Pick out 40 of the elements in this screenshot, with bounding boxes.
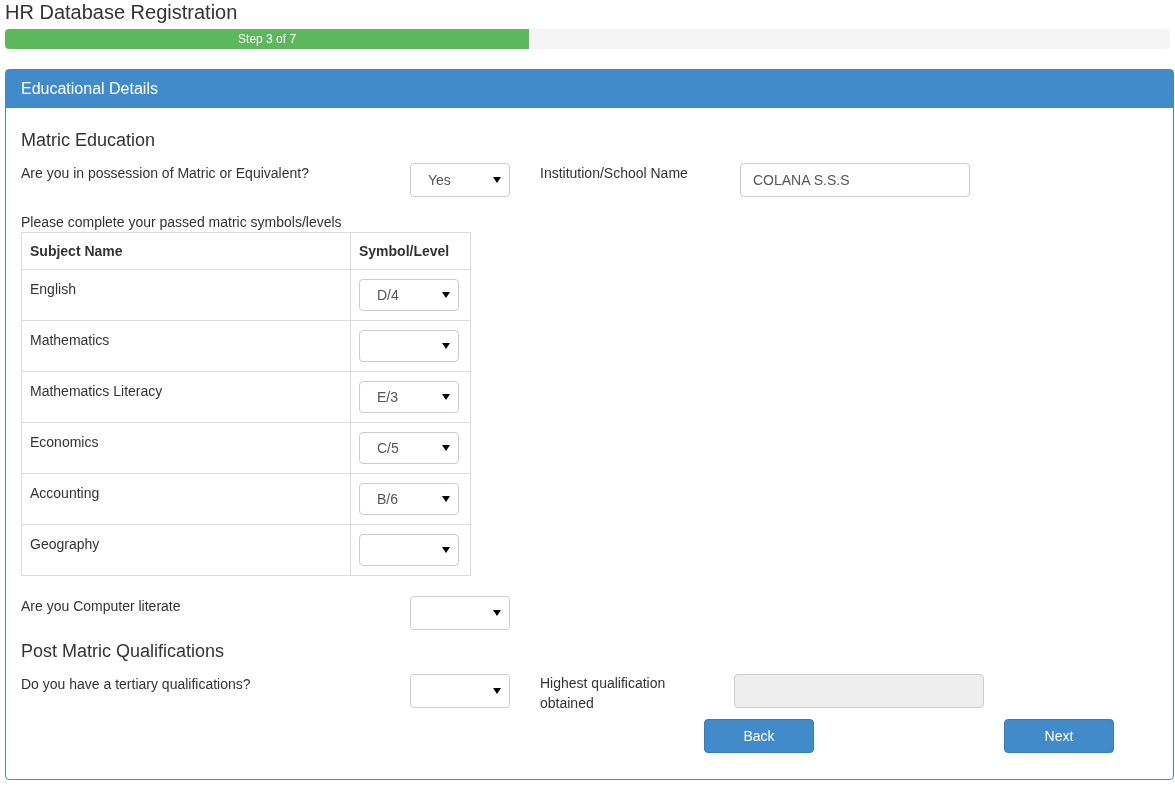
section-heading: Matric Education — [21, 129, 156, 151]
select-dropdown[interactable]: D/4 — [359, 279, 459, 311]
caret-icon — [442, 547, 450, 553]
select-dropdown[interactable]: E/3 — [359, 381, 459, 413]
caret-icon — [442, 394, 450, 400]
select-dropdown[interactable]: Yes — [410, 163, 510, 197]
select-dropdown[interactable] — [410, 596, 510, 630]
caret-icon — [442, 292, 450, 298]
column-header: Subject Name — [21, 232, 351, 270]
caret-icon — [442, 343, 450, 349]
caret-icon — [442, 445, 450, 451]
subject-cell: Mathematics — [21, 320, 351, 372]
select-dropdown[interactable]: B/6 — [359, 483, 459, 515]
field-label: Are you in possession of Matric or Equivalent? — [21, 164, 310, 183]
subject-cell: Mathematics Literacy — [21, 371, 351, 423]
text-field[interactable]: COLANA S.S.S — [740, 163, 970, 197]
field-label: Are you Computer literate — [21, 597, 182, 616]
subject-cell: Geography — [21, 524, 351, 576]
panel-header: Educational Details — [6, 70, 1173, 108]
caret-icon — [493, 610, 501, 616]
caret-icon — [442, 496, 450, 502]
field-label: Highest qualification obtained — [540, 674, 667, 713]
nav-button[interactable]: Next — [1004, 719, 1114, 753]
subject-cell: Economics — [21, 422, 351, 474]
select-dropdown[interactable] — [359, 330, 459, 362]
subject-cell: English — [21, 269, 351, 321]
field-label: Do you have a tertiary qualifications? — [21, 675, 252, 694]
progress-label: Step 3 of 7 — [238, 31, 297, 48]
select-dropdown[interactable] — [410, 674, 510, 708]
nav-button[interactable]: Back — [704, 719, 814, 753]
field-label: Institution/School Name — [540, 164, 689, 183]
select-dropdown[interactable]: C/5 — [359, 432, 459, 464]
table-caption: Please complete your passed matric symbols/levels — [21, 213, 342, 232]
subject-cell: Accounting — [21, 473, 351, 525]
caret-icon — [493, 177, 501, 183]
page-title: HR Database Registration — [5, 0, 238, 24]
select-dropdown[interactable] — [359, 534, 459, 566]
section-heading: Post Matric Qualifications — [21, 640, 225, 662]
caret-icon — [493, 688, 501, 694]
column-header: Symbol/Level — [350, 232, 471, 270]
